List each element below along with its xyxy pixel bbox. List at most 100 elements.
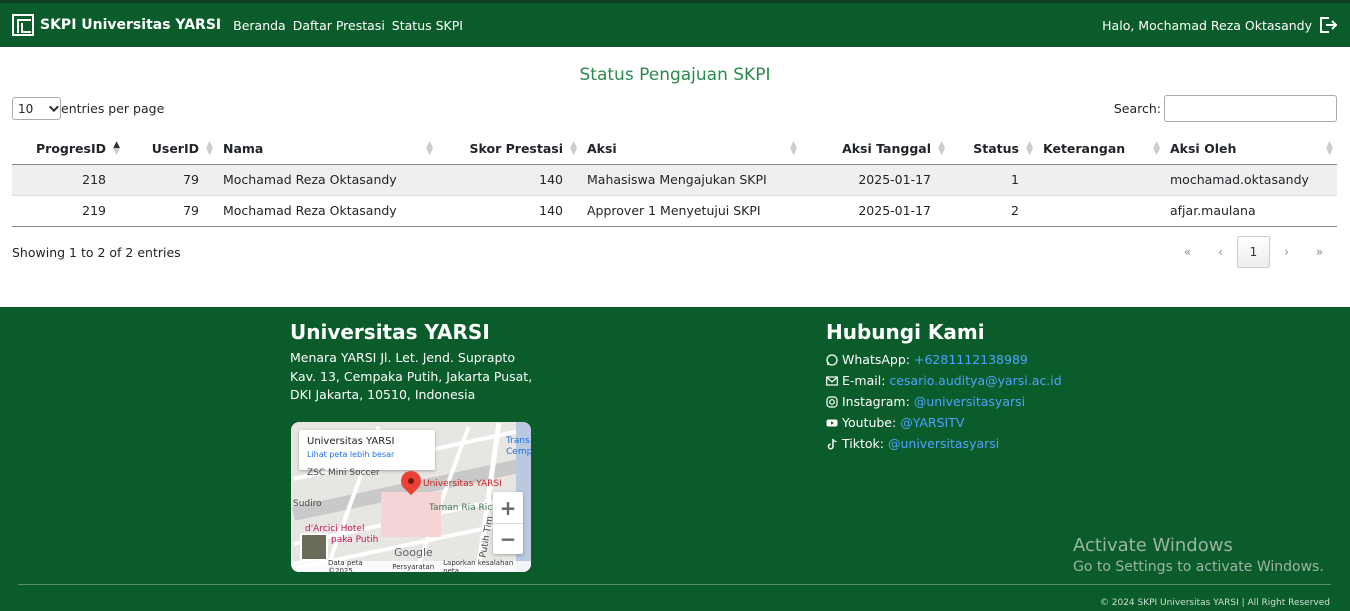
cell-status: 1 <box>949 164 1037 196</box>
instagram-link[interactable]: @universitasyarsi <box>914 394 1025 409</box>
map-label-trans: Trans <box>506 436 530 446</box>
map-label-hotel2: paka Putih <box>331 535 379 545</box>
footer-copyright: © 2024 SKPI Universitas YARSI | All Righ… <box>1099 598 1330 608</box>
yarsi-logo-icon <box>12 14 34 36</box>
sort-icon: ▲ ▼ <box>426 140 433 157</box>
entries-per-page-label: entries per page <box>61 101 165 116</box>
cell-aksi: Mahasiswa Mengajukan SKPI <box>581 164 801 196</box>
sort-icon: ▲ ▼ <box>1153 140 1160 157</box>
cell-keterangan <box>1037 164 1164 196</box>
map-terms-link[interactable]: Persyaratan <box>392 563 434 571</box>
whatsapp-icon <box>826 353 838 366</box>
main-content: Status Pengajuan SKPI 10 entries per pag… <box>0 47 1350 307</box>
sort-icon: ▲ ▼ <box>938 140 945 157</box>
cell-nama: Mochamad Reza Oktasandy <box>217 195 437 227</box>
cell-status: 2 <box>949 195 1037 227</box>
footer-uni-title: Universitas YARSI <box>290 320 490 344</box>
cell-aksi-oleh: afjar.maulana <box>1164 195 1337 227</box>
map-label-place: Universitas YARSI <box>423 479 502 489</box>
col-skor-prestasi[interactable]: Skor Prestasi ▲ ▼ <box>437 133 581 165</box>
map-label-sudiro: Sudiro <box>293 499 322 509</box>
cell-skor: 140 <box>437 164 581 196</box>
map-label-soccer: ZSC Mini Soccer <box>307 468 380 478</box>
map-info-card: Universitas YARSI Lihat peta lebih besar <box>299 430 435 470</box>
map-zoom-out-button[interactable]: − <box>493 523 523 554</box>
brand-title: SKPI Universitas YARSI <box>40 17 222 33</box>
col-keterangan[interactable]: Keterangan ▲ ▼ <box>1037 133 1164 165</box>
user-menu: Halo, Mochamad Reza Oktasandy <box>1102 16 1338 34</box>
map-satellite-toggle[interactable] <box>300 533 328 561</box>
entries-per-page-value: 10 <box>18 101 34 116</box>
cell-skor: 140 <box>437 195 581 227</box>
page-first-button[interactable]: « <box>1171 236 1204 268</box>
sort-icon: ▲ ▼ <box>1026 140 1033 157</box>
page-title: Status Pengajuan SKPI <box>579 65 771 85</box>
youtube-link[interactable]: @YARSITV <box>900 415 964 430</box>
search-input[interactable] <box>1164 95 1337 122</box>
col-userid[interactable]: UserID ▲ ▼ <box>124 133 217 165</box>
cell-aksi-oleh: mochamad.oktasandy <box>1164 164 1337 196</box>
footer: Universitas YARSI Menara YARSI Jl. Let. … <box>0 307 1350 611</box>
page-1-button[interactable]: 1 <box>1237 236 1270 268</box>
logout-icon[interactable] <box>1318 16 1338 34</box>
contact-whatsapp: WhatsApp: +6281112138989 <box>826 349 1062 370</box>
youtube-icon <box>826 419 838 426</box>
map-data-text: Data peta ©2025 <box>328 558 363 573</box>
email-link[interactable]: cesario.auditya@yarsi.ac.id <box>889 373 1061 388</box>
pagination: « ‹ 1 › » <box>1171 236 1336 268</box>
brand-link[interactable]: SKPI Universitas YARSI <box>12 14 221 36</box>
footer-contact-title: Hubungi Kami <box>826 320 985 344</box>
page-last-button[interactable]: » <box>1303 236 1336 268</box>
map-label-cemp: Cemp <box>506 447 531 457</box>
map-report-link[interactable]: Laporkan kesalahan peta <box>443 559 522 573</box>
embedded-map[interactable]: Universitas YARSI Lihat peta lebih besar… <box>291 422 531 572</box>
page-prev-button[interactable]: ‹ <box>1204 236 1237 268</box>
cell-keterangan <box>1037 195 1164 227</box>
entries-length-control: 10 entries per page <box>12 97 164 120</box>
map-card-title: Universitas YARSI <box>307 436 395 447</box>
search-label: Search: <box>1113 101 1161 116</box>
nav-link-beranda[interactable]: Beranda <box>233 18 286 33</box>
col-aksi[interactable]: Aksi ▲ ▼ <box>581 133 801 165</box>
contact-youtube: Youtube: @YARSITV <box>826 412 1062 433</box>
sort-icon: ▲ ▼ <box>790 140 797 157</box>
tiktok-link[interactable]: @universitasyarsi <box>888 436 999 451</box>
col-progresid[interactable]: ProgresID ▲ ▼ <box>12 133 124 165</box>
cell-userid: 79 <box>124 195 217 227</box>
sort-icon: ▲ ▼ <box>570 140 577 157</box>
whatsapp-link[interactable]: +6281112138989 <box>914 352 1028 367</box>
contact-list: WhatsApp: +6281112138989 E-mail: cesario… <box>826 349 1062 454</box>
contact-instagram: Instagram: @universitasyarsi <box>826 391 1062 412</box>
nav-link-daftar-prestasi[interactable]: Daftar Prestasi <box>293 18 385 33</box>
col-aksi-oleh[interactable]: Aksi Oleh ▲ ▼ <box>1164 133 1337 165</box>
map-zoom-in-button[interactable]: + <box>493 492 523 523</box>
cell-aksi-tanggal: 2025-01-17 <box>801 164 949 196</box>
chevron-down-icon <box>48 102 59 113</box>
col-aksi-tanggal[interactable]: Aksi Tanggal ▲ ▼ <box>801 133 949 165</box>
mail-icon <box>826 375 838 386</box>
instagram-icon <box>826 395 838 408</box>
user-greeting: Halo, Mochamad Reza Oktasandy <box>1102 17 1312 33</box>
map-label-taman: Taman Ria Ric <box>429 503 493 513</box>
tiktok-icon <box>827 438 837 450</box>
map-campus-area <box>381 492 441 537</box>
google-logo: Google <box>394 546 433 559</box>
nav-link-status-skpi[interactable]: Status SKPI <box>392 18 463 33</box>
map-zoom-control: + − <box>493 492 523 554</box>
navbar: SKPI Universitas YARSI Beranda Daftar Pr… <box>0 0 1350 47</box>
sort-asc-icon: ▲ ▼ <box>113 140 120 157</box>
table-header-row: ProgresID ▲ ▼ UserID ▲ ▼ Nama ▲ ▼ Skor Prestas… <box>12 133 1337 165</box>
cell-userid: 79 <box>124 164 217 196</box>
map-attribution: Data peta ©2025 Persyaratan Laporkan kes… <box>291 558 531 573</box>
table-info: Showing 1 to 2 of 2 entries <box>12 245 181 260</box>
map-larger-link[interactable]: Lihat peta lebih besar <box>307 450 427 459</box>
cell-aksi-tanggal: 2025-01-17 <box>801 195 949 227</box>
contact-tiktok: Tiktok: @universitasyarsi <box>826 433 1062 454</box>
col-nama[interactable]: Nama ▲ ▼ <box>217 133 437 165</box>
col-status[interactable]: Status ▲ ▼ <box>949 133 1037 165</box>
page-next-button[interactable]: › <box>1270 236 1303 268</box>
cell-progresid: 219 <box>12 195 124 227</box>
entries-per-page-select[interactable]: 10 <box>12 97 61 120</box>
footer-divider <box>18 584 1331 585</box>
sort-icon: ▲ ▼ <box>1326 140 1333 157</box>
